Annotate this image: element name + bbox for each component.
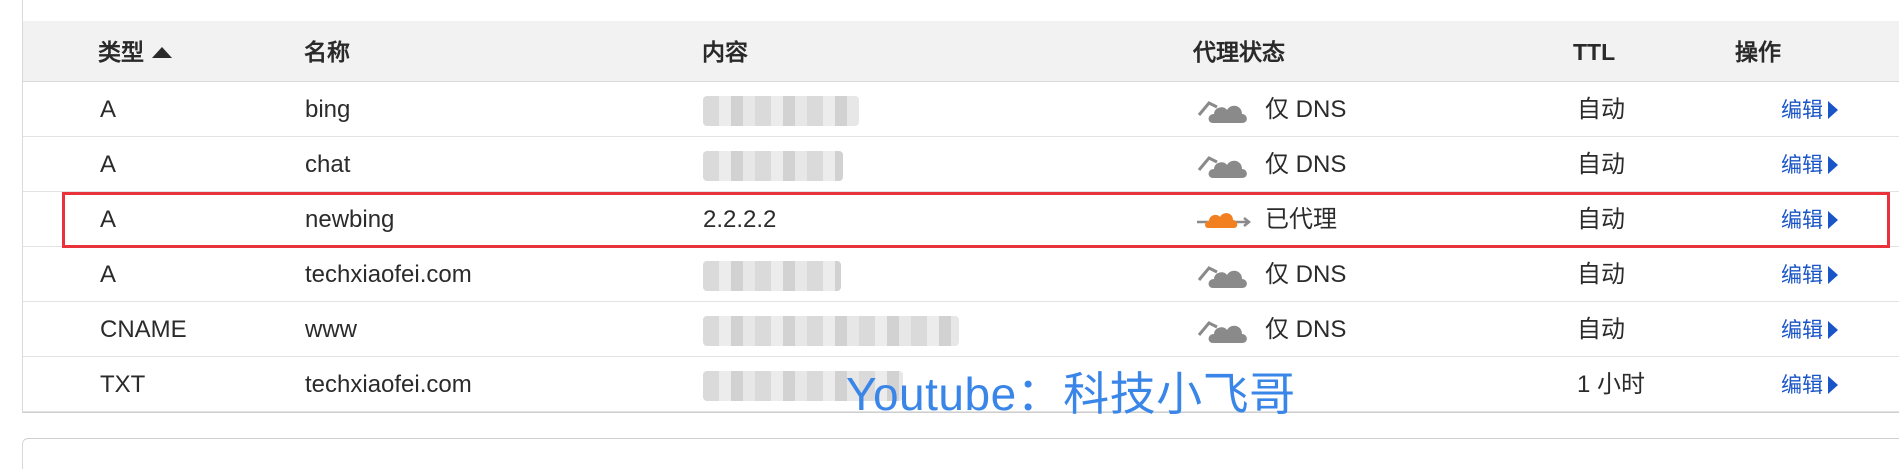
proxy-status: 仅 DNS bbox=[1195, 82, 1346, 136]
proxy-status: 仅 DNS bbox=[1195, 302, 1346, 356]
record-type: TXT bbox=[100, 371, 146, 398]
record-name: www bbox=[305, 316, 357, 343]
record-type: CNAME bbox=[100, 316, 187, 343]
next-panel bbox=[22, 438, 1899, 469]
column-header-ttl[interactable]: TTL bbox=[1573, 21, 1615, 81]
obscured-content bbox=[703, 260, 841, 291]
edit-link[interactable]: 编辑 bbox=[1781, 247, 1838, 301]
record-ttl: 自动 bbox=[1577, 96, 1625, 123]
dns-only-cloud-icon bbox=[1195, 147, 1253, 181]
edit-link-label[interactable]: 编辑 bbox=[1781, 264, 1823, 287]
record-ttl: 1 小时 bbox=[1577, 371, 1646, 398]
proxy-status: 仅 DNS bbox=[1195, 247, 1346, 301]
record-content bbox=[703, 302, 959, 356]
record-name: chat bbox=[305, 151, 351, 178]
proxy-status-label: 仅 DNS bbox=[1265, 96, 1347, 123]
record-ttl: 自动 bbox=[1577, 151, 1625, 178]
column-header-type[interactable]: 类型 bbox=[98, 21, 172, 81]
edit-link-label[interactable]: 编辑 bbox=[1781, 154, 1823, 177]
record-name: techxiaofei.com bbox=[305, 371, 472, 398]
column-header-actions: 操作 bbox=[1735, 39, 1781, 65]
edit-link-label[interactable]: 编辑 bbox=[1781, 374, 1823, 397]
edit-link[interactable]: 编辑 bbox=[1781, 137, 1838, 191]
proxy-status-label: 仅 DNS bbox=[1265, 151, 1347, 178]
table-row[interactable]: A bing 仅 DNS 自动 编辑 bbox=[23, 82, 1899, 137]
caret-right-icon[interactable] bbox=[1828, 101, 1838, 119]
record-content bbox=[703, 82, 859, 136]
record-type: A bbox=[100, 96, 117, 123]
table-header: 类型 名称 内容 代理状态 TTL 操作 bbox=[23, 21, 1899, 82]
edit-link-label[interactable]: 编辑 bbox=[1781, 319, 1823, 342]
caret-right-icon[interactable] bbox=[1828, 266, 1838, 284]
column-header-name[interactable]: 名称 bbox=[304, 21, 350, 81]
dns-only-cloud-icon bbox=[1195, 92, 1253, 126]
table-row[interactable]: A techxiaofei.com 仅 DNS 自动 编辑 bbox=[23, 247, 1899, 302]
dns-only-cloud-icon bbox=[1195, 312, 1253, 346]
edit-link-label[interactable]: 编辑 bbox=[1781, 99, 1823, 122]
proxy-status: 仅 DNS bbox=[1195, 137, 1346, 191]
edit-link[interactable]: 编辑 bbox=[1781, 302, 1838, 356]
edit-link[interactable]: 编辑 bbox=[1781, 357, 1838, 411]
obscured-content bbox=[703, 315, 959, 346]
column-header-proxy-status[interactable]: 代理状态 bbox=[1193, 21, 1285, 81]
caret-right-icon[interactable] bbox=[1828, 321, 1838, 339]
record-ttl: 自动 bbox=[1577, 261, 1625, 288]
record-content bbox=[703, 137, 843, 191]
caret-right-icon[interactable] bbox=[1828, 376, 1838, 394]
column-header-type-label: 类型 bbox=[98, 39, 144, 65]
edit-link[interactable]: 编辑 bbox=[1781, 82, 1838, 136]
record-ttl: 自动 bbox=[1577, 316, 1625, 343]
table-row[interactable]: A chat 仅 DNS 自动 编辑 bbox=[23, 137, 1899, 192]
table-row[interactable]: CNAME www 仅 DNS 自动 编辑 bbox=[23, 302, 1899, 357]
dns-only-cloud-icon bbox=[1195, 257, 1253, 291]
column-header-content[interactable]: 内容 bbox=[702, 21, 748, 81]
sort-up-icon[interactable] bbox=[152, 47, 172, 58]
obscured-content bbox=[703, 150, 843, 181]
proxy-status-label: 仅 DNS bbox=[1265, 316, 1347, 343]
watermark-text: Youtube：科技小飞哥 bbox=[846, 368, 1296, 420]
proxy-status-label: 仅 DNS bbox=[1265, 261, 1347, 288]
record-type: A bbox=[100, 261, 117, 288]
record-name: techxiaofei.com bbox=[305, 261, 472, 288]
record-content bbox=[703, 247, 841, 301]
record-name: bing bbox=[305, 96, 351, 123]
caret-right-icon[interactable] bbox=[1828, 156, 1838, 174]
highlight-box bbox=[62, 192, 1890, 248]
record-type: A bbox=[100, 151, 117, 178]
obscured-content bbox=[703, 95, 859, 126]
